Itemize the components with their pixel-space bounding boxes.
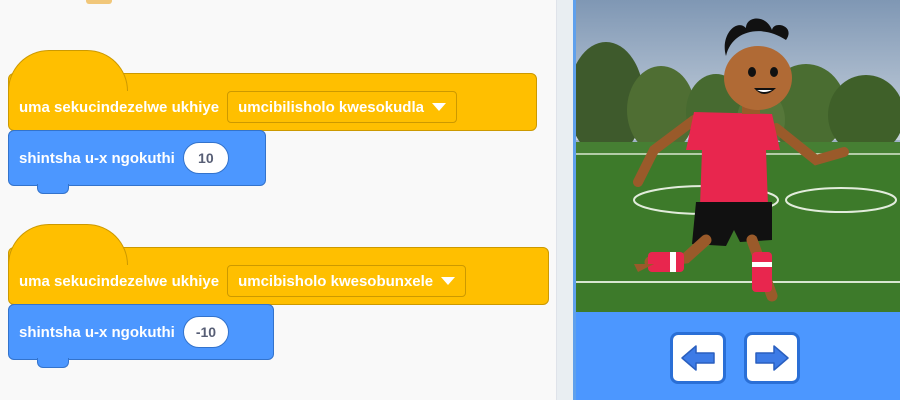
chevron-down-icon [431, 103, 446, 111]
change-x-block-right[interactable]: shintsha u-x ngokuthi 10 [8, 130, 266, 194]
change-x-label: shintsha u-x ngokuthi [19, 149, 175, 167]
when-key-pressed-label: uma sekucindezelwe ukhiye [19, 272, 220, 290]
key-dropdown-value: umcibisholo kwesobunxele [238, 272, 434, 290]
code-area-scrollbar[interactable] [556, 0, 573, 400]
chevron-down-icon [441, 277, 456, 285]
key-dropdown-value: umcibilisholo kwesokudla [238, 98, 424, 116]
stage[interactable] [576, 0, 900, 312]
left-arrow-button[interactable] [670, 332, 726, 384]
key-dropdown[interactable]: umcibilisholo kwesokudla [227, 91, 457, 123]
soccer-field-backdrop [576, 0, 900, 312]
arrow-right-icon [755, 345, 789, 371]
change-x-block-left[interactable]: shintsha u-x ngokuthi -10 [8, 304, 274, 368]
key-dropdown[interactable]: umcibisholo kwesobunxele [227, 265, 467, 297]
when-key-pressed-block-left[interactable]: uma sekucindezelwe ukhiye umcibisholo kw… [8, 224, 549, 305]
block-edge-fragment [86, 0, 112, 4]
right-arrow-button[interactable] [744, 332, 800, 384]
stage-controls [576, 312, 900, 400]
change-x-value-input[interactable]: -10 [182, 316, 230, 348]
change-x-label: shintsha u-x ngokuthi [19, 323, 175, 341]
code-area[interactable]: uma sekucindezelwe ukhiye umcibilisholo … [0, 0, 556, 400]
change-x-value-input[interactable]: 10 [182, 142, 229, 174]
when-key-pressed-label: uma sekucindezelwe ukhiye [19, 98, 220, 116]
when-key-pressed-block-right[interactable]: uma sekucindezelwe ukhiye umcibilisholo … [8, 50, 537, 131]
arrow-left-icon [681, 345, 715, 371]
